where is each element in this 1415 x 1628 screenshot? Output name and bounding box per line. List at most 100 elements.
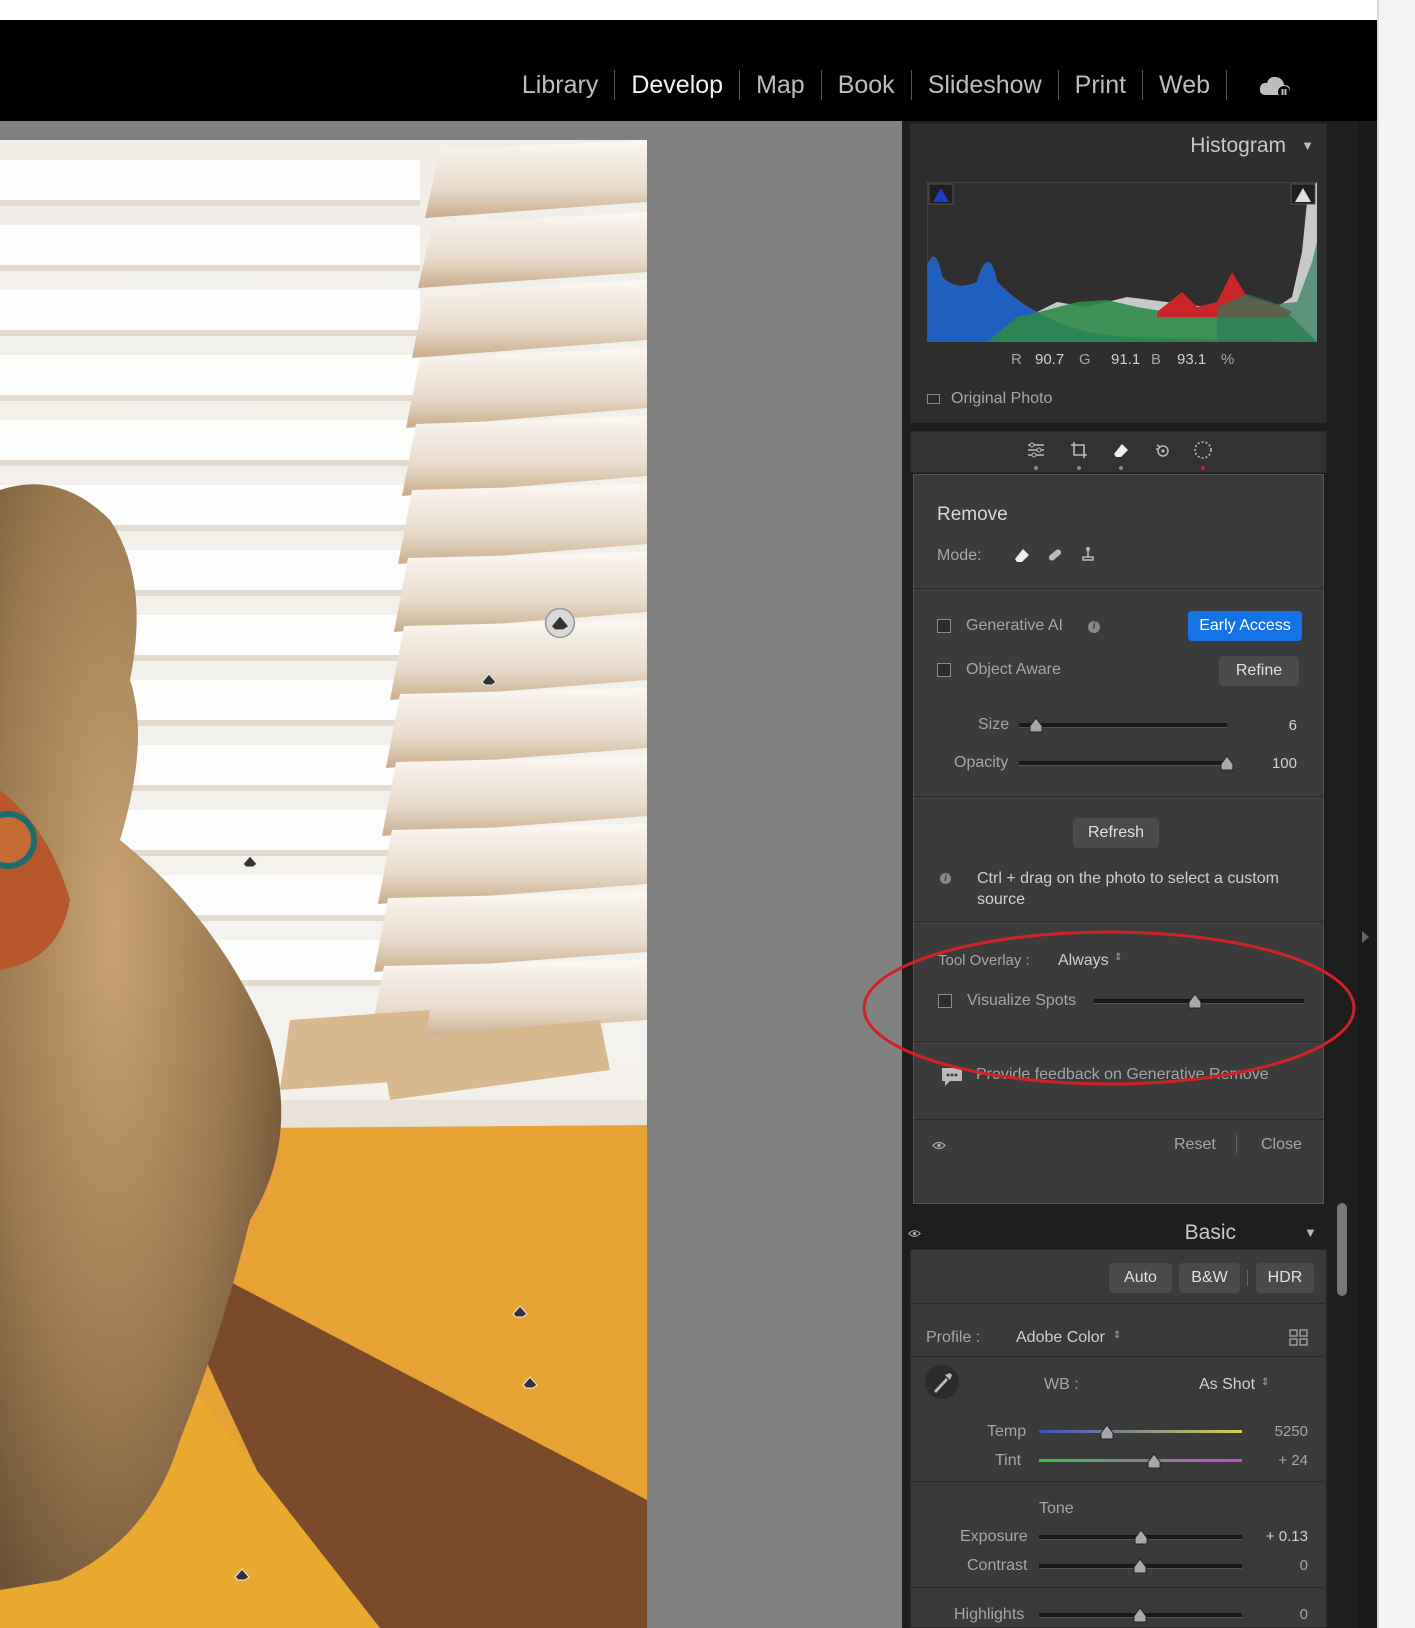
tool-overlay-select[interactable]: Always bbox=[1058, 952, 1109, 970]
info-icon[interactable]: i bbox=[1088, 621, 1100, 633]
module-book[interactable]: Book bbox=[822, 70, 912, 100]
redeye-tool-icon[interactable] bbox=[1153, 440, 1173, 460]
size-slider-track[interactable] bbox=[1019, 723, 1227, 728]
right-panel-edge bbox=[1358, 121, 1377, 1628]
window-top-strip bbox=[0, 0, 1377, 20]
close-button[interactable]: Close bbox=[1261, 1136, 1302, 1154]
mode-label: Mode: bbox=[937, 547, 982, 564]
histogram-b-label: B bbox=[1151, 351, 1162, 368]
visualize-spots-label: Visualize Spots bbox=[967, 992, 1077, 1009]
module-web[interactable]: Web bbox=[1143, 70, 1227, 100]
module-print[interactable]: Print bbox=[1059, 70, 1144, 100]
module-slideshow[interactable]: Slideshow bbox=[912, 70, 1059, 100]
tint-value[interactable]: + 24 bbox=[1278, 1452, 1308, 1469]
size-slider-thumb[interactable] bbox=[1029, 717, 1043, 733]
object-aware-checkbox[interactable] bbox=[937, 663, 951, 677]
divider bbox=[914, 921, 1325, 922]
spot-pin[interactable] bbox=[510, 1302, 530, 1320]
contrast-value[interactable]: 0 bbox=[1300, 1557, 1308, 1574]
generative-ai-checkbox[interactable] bbox=[937, 619, 951, 633]
tool-indicator-dot bbox=[1077, 466, 1081, 470]
spot-pin[interactable] bbox=[479, 670, 499, 688]
visualize-spots-slider-thumb[interactable] bbox=[1188, 993, 1202, 1009]
spot-pin[interactable] bbox=[520, 1373, 540, 1391]
tool-indicator-dot bbox=[1119, 466, 1123, 470]
visualize-spots-checkbox[interactable] bbox=[938, 994, 952, 1008]
profile-select[interactable]: Adobe Color bbox=[1016, 1329, 1105, 1347]
bw-button[interactable]: B&W bbox=[1179, 1263, 1240, 1293]
panel-expand-arrow-icon[interactable] bbox=[1362, 931, 1369, 943]
module-library[interactable]: Library bbox=[506, 70, 616, 100]
module-map[interactable]: Map bbox=[740, 70, 822, 100]
temp-slider-track[interactable] bbox=[1039, 1430, 1242, 1433]
remove-tool-icon[interactable] bbox=[1111, 440, 1131, 460]
refine-button[interactable]: Refine bbox=[1219, 656, 1299, 686]
spot-pin[interactable] bbox=[544, 607, 576, 639]
crop-tool-icon[interactable] bbox=[1069, 440, 1089, 460]
eyedropper-icon[interactable] bbox=[924, 1364, 960, 1400]
profile-browser-icon[interactable] bbox=[1289, 1328, 1309, 1348]
hdr-button[interactable]: HDR bbox=[1256, 1263, 1314, 1293]
clone-mode-icon[interactable] bbox=[1078, 545, 1098, 565]
contrast-slider-thumb[interactable] bbox=[1133, 1558, 1147, 1574]
opacity-slider-thumb[interactable] bbox=[1220, 755, 1234, 771]
remove-mode-icon[interactable] bbox=[1012, 545, 1032, 565]
basic-eye-icon[interactable] bbox=[908, 1229, 921, 1238]
contrast-label: Contrast bbox=[967, 1557, 1028, 1574]
histogram-r-value: 90.7 bbox=[1035, 351, 1065, 368]
refresh-button[interactable]: Refresh bbox=[1073, 818, 1159, 848]
highlights-slider-thumb[interactable] bbox=[1133, 1607, 1147, 1623]
basic-title[interactable]: Basic bbox=[1185, 1221, 1236, 1245]
exposure-value[interactable]: + 0.13 bbox=[1266, 1528, 1308, 1545]
highlights-label: Highlights bbox=[954, 1606, 1025, 1623]
temp-value[interactable]: 5250 bbox=[1275, 1423, 1308, 1440]
divider bbox=[1236, 1135, 1237, 1153]
generative-ai-label: Generative AI bbox=[966, 617, 1063, 634]
module-develop[interactable]: Develop bbox=[615, 70, 741, 100]
size-value[interactable]: 6 bbox=[1289, 717, 1297, 734]
chevron-updown-icon[interactable]: ⇕ bbox=[1113, 1330, 1121, 1341]
chevron-updown-icon[interactable]: ⇕ bbox=[1114, 952, 1122, 963]
tint-slider-track[interactable] bbox=[1039, 1459, 1242, 1462]
masking-tool-icon[interactable] bbox=[1193, 440, 1213, 460]
divider bbox=[914, 1041, 1325, 1042]
wb-select[interactable]: As Shot bbox=[1199, 1376, 1255, 1394]
cloud-sync-icon[interactable] bbox=[1258, 73, 1292, 99]
exposure-label: Exposure bbox=[960, 1528, 1028, 1545]
histogram-b-value: 93.1 bbox=[1177, 351, 1207, 368]
histogram-g-value: 91.1 bbox=[1111, 351, 1141, 368]
photo-image bbox=[0, 140, 647, 1628]
feedback-link[interactable]: Provide feedback on Generative Remove bbox=[976, 1066, 1269, 1084]
panel-scrollbar[interactable] bbox=[1337, 1203, 1347, 1296]
heal-mode-icon[interactable] bbox=[1045, 545, 1065, 565]
original-photo-checkbox[interactable] bbox=[927, 394, 940, 404]
photo-canvas[interactable] bbox=[0, 140, 647, 1628]
highlights-value[interactable]: 0 bbox=[1300, 1606, 1308, 1623]
spot-pin[interactable] bbox=[240, 852, 260, 870]
tone-label: Tone bbox=[1039, 1500, 1074, 1517]
histogram-collapse-icon[interactable]: ▼ bbox=[1301, 138, 1314, 153]
temp-slider-thumb[interactable] bbox=[1100, 1424, 1114, 1440]
chevron-updown-icon[interactable]: ⇕ bbox=[1261, 1377, 1269, 1388]
early-access-button[interactable]: Early Access bbox=[1188, 611, 1302, 641]
histogram-percent: % bbox=[1221, 351, 1235, 368]
opacity-value[interactable]: 100 bbox=[1272, 755, 1297, 772]
opacity-label: Opacity bbox=[954, 754, 1009, 771]
feedback-icon[interactable] bbox=[940, 1066, 964, 1088]
divider bbox=[1247, 1270, 1248, 1286]
auto-button[interactable]: Auto bbox=[1109, 1263, 1172, 1293]
spot-pin[interactable] bbox=[232, 1565, 252, 1583]
exposure-slider-thumb[interactable] bbox=[1134, 1529, 1148, 1545]
adjust-tool-icon[interactable] bbox=[1026, 440, 1046, 460]
module-bar: Library Develop Map Book Slideshow Print… bbox=[0, 20, 1377, 121]
reset-button[interactable]: Reset bbox=[1174, 1136, 1216, 1154]
custom-source-hint: Ctrl + drag on the photo to select a cus… bbox=[977, 870, 1279, 908]
divider bbox=[911, 1356, 1328, 1357]
basic-panel: Auto B&W HDR Profile : Adobe Color ⇕ WB … bbox=[910, 1249, 1328, 1628]
eye-icon[interactable] bbox=[932, 1141, 946, 1150]
original-photo-label: Original Photo bbox=[951, 390, 1053, 407]
basic-collapse-icon[interactable]: ▼ bbox=[1304, 1225, 1317, 1240]
tool-strip bbox=[910, 431, 1327, 473]
tint-slider-thumb[interactable] bbox=[1147, 1453, 1161, 1469]
opacity-slider-track[interactable] bbox=[1019, 761, 1227, 766]
